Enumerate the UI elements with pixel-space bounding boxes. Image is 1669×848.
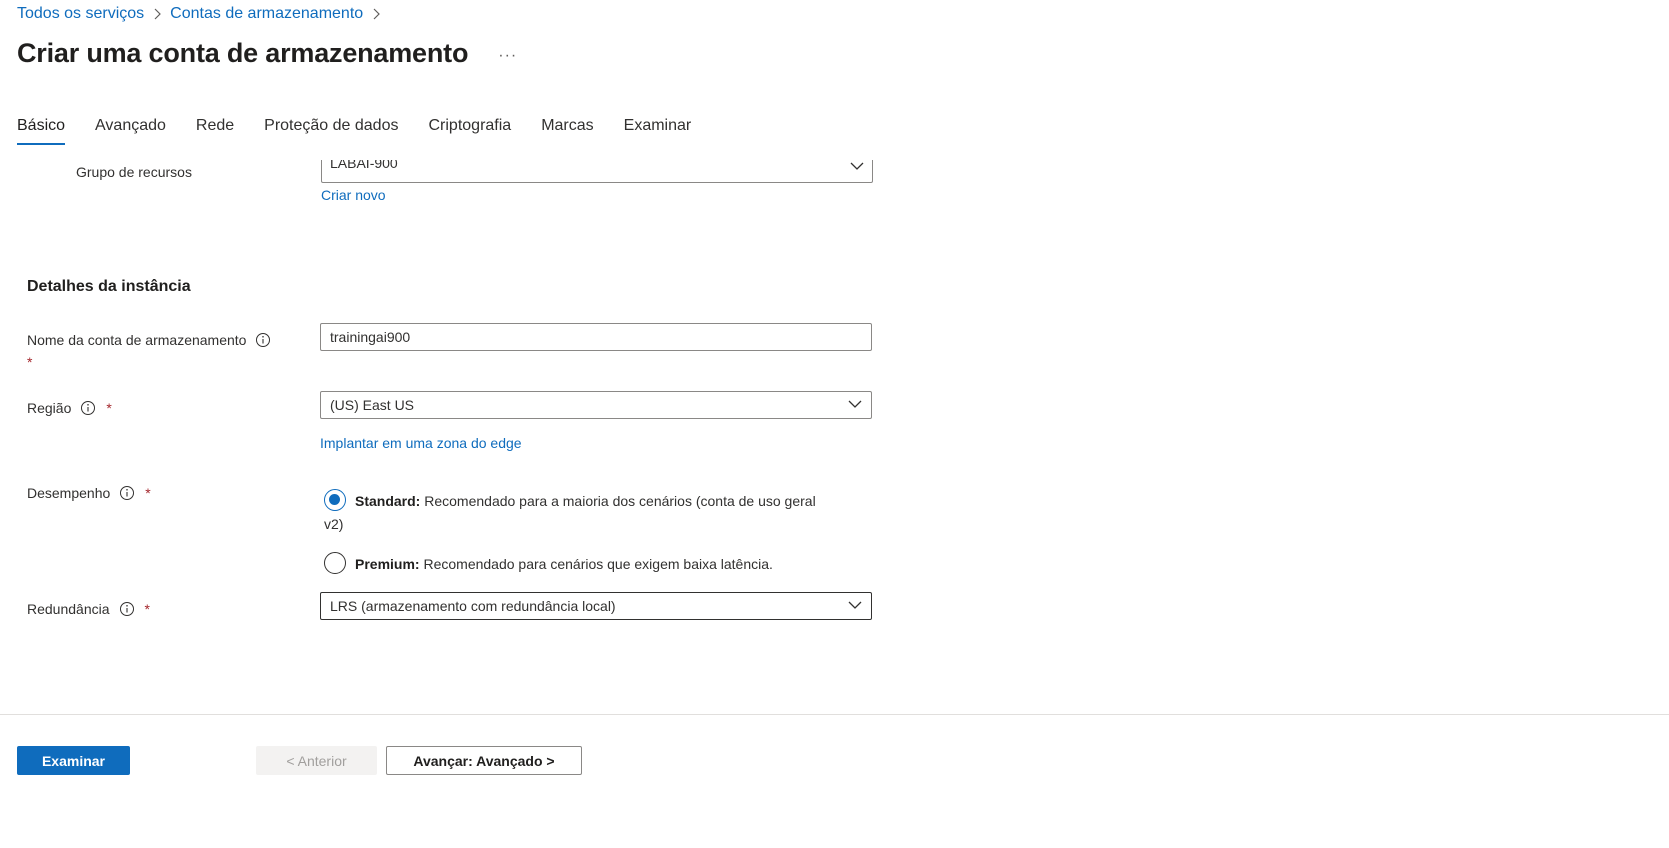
storage-account-name-input[interactable] [320, 323, 872, 351]
storage-name-label: Nome da conta de armazenamento [27, 332, 247, 348]
info-icon[interactable] [80, 400, 96, 416]
required-asterisk: * [27, 354, 33, 370]
tab-rede[interactable]: Rede [196, 117, 234, 145]
standard-option-title: Standard: [355, 493, 421, 509]
chevron-right-icon [371, 8, 381, 20]
required-asterisk: * [144, 601, 150, 617]
chevron-down-icon [848, 400, 862, 408]
redundancy-label: Redundância [27, 601, 110, 617]
performance-label: Desempenho [27, 485, 111, 501]
redundancy-dropdown[interactable]: LRS (armazenamento com redundância local… [320, 592, 872, 620]
next-advanced-button[interactable]: Avançar: Avançado > [386, 746, 582, 775]
tab-marcas[interactable]: Marcas [541, 117, 593, 145]
breadcrumb-all-services[interactable]: Todos os serviços [17, 5, 144, 23]
footer-divider [0, 714, 1669, 715]
tab-examinar[interactable]: Examinar [624, 117, 692, 145]
standard-option-desc-wrap: v2) [324, 516, 344, 532]
redundancy-value: LRS (armazenamento com redundância local… [330, 598, 616, 614]
region-label: Região [27, 400, 72, 416]
chevron-down-icon [848, 601, 862, 609]
info-icon[interactable] [255, 332, 271, 348]
region-dropdown[interactable]: (US) East US [320, 391, 872, 419]
resource-group-label: Grupo de recursos [76, 164, 192, 180]
title-row: Criar uma conta de armazenamento ··· [17, 38, 517, 69]
standard-option-desc: Recomendado para a maioria dos cenários … [424, 493, 816, 509]
standard-option-text: Standard: Recomendado para a maioria dos… [324, 490, 816, 536]
scroll-region: Grupo de recursos LABAI-900 [0, 160, 1669, 210]
info-icon[interactable] [119, 485, 135, 501]
premium-option-title: Premium: [355, 556, 420, 572]
info-icon[interactable] [119, 601, 135, 617]
region-label-row: Região * [27, 400, 112, 416]
review-button[interactable]: Examinar [17, 746, 130, 775]
radio-premium[interactable] [324, 552, 346, 574]
required-asterisk: * [106, 400, 112, 416]
region-value: (US) East US [330, 397, 415, 413]
performance-premium-option[interactable]: Premium: Recomendado para cenários que e… [324, 552, 864, 576]
breadcrumb: Todos os serviços Contas de armazenament… [17, 5, 389, 23]
redundancy-label-row: Redundância * [27, 601, 150, 617]
premium-option-desc: Recomendado para cenários que exigem bai… [423, 556, 773, 572]
tab-basico[interactable]: Básico [17, 117, 66, 145]
required-asterisk: * [145, 485, 151, 501]
tab-protecao-dados[interactable]: Proteção de dados [264, 117, 398, 145]
resource-group-select[interactable]: LABAI-900 [321, 160, 873, 183]
create-new-resource-group-link[interactable]: Criar novo [321, 187, 386, 203]
tab-bar: Básico Avançado Rede Proteção de dados C… [17, 117, 721, 145]
more-options-icon[interactable]: ··· [498, 47, 517, 65]
performance-label-row: Desempenho * [27, 485, 151, 501]
performance-standard-option[interactable]: Standard: Recomendado para a maioria dos… [324, 489, 864, 536]
breadcrumb-storage-accounts[interactable]: Contas de armazenamento [170, 5, 363, 23]
chevron-right-icon [152, 8, 162, 20]
tab-criptografia[interactable]: Criptografia [428, 117, 511, 145]
resource-group-value: LABAI-900 [330, 160, 398, 171]
previous-button: < Anterior [256, 746, 377, 775]
radio-standard[interactable] [324, 489, 346, 511]
tab-avancado[interactable]: Avançado [95, 117, 166, 145]
premium-option-text: Premium: Recomendado para cenários que e… [355, 553, 773, 576]
deploy-edge-zone-link[interactable]: Implantar em uma zona do edge [320, 435, 522, 451]
chevron-down-icon [850, 160, 864, 173]
page-title: Criar uma conta de armazenamento [17, 38, 469, 68]
storage-name-label-row: Nome da conta de armazenamento [27, 332, 271, 348]
instance-details-heading: Detalhes da instância [27, 278, 191, 295]
